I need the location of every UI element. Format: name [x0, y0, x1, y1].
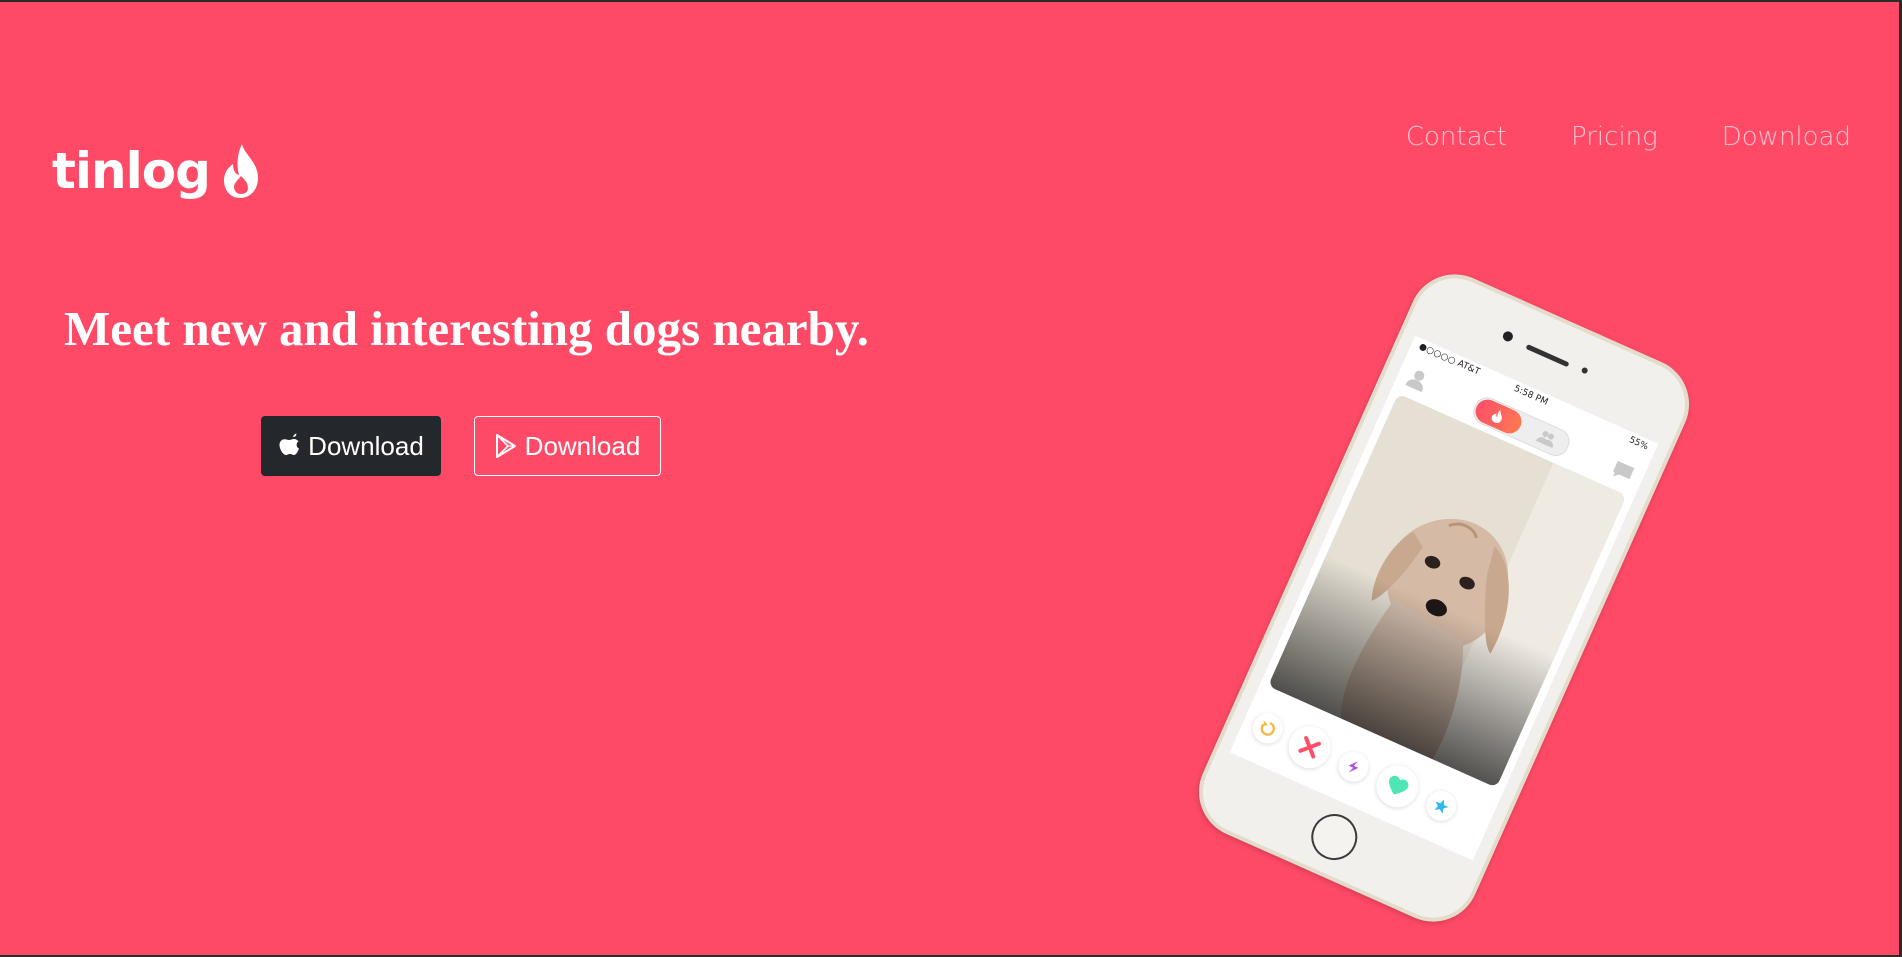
app-store-download-button[interactable]: Download [261, 416, 441, 476]
phone-body: ●○○○○ AT&T 5:58 PM 55% [1184, 259, 1704, 937]
app-store-download-label: Download [308, 430, 424, 461]
home-button [1303, 806, 1365, 868]
earpiece-speaker [1525, 344, 1570, 368]
apple-icon [279, 433, 300, 455]
phone-mockup: ●○○○○ AT&T 5:58 PM 55% [1135, 259, 1704, 955]
flame-icon [223, 144, 258, 198]
proximity-sensor [1580, 366, 1589, 375]
hero-headline: Meet new and interesting dogs nearby. [64, 301, 869, 356]
battery-label: 55% [1627, 435, 1650, 453]
nav-download[interactable]: Download [1722, 122, 1851, 152]
superlike-icon[interactable] [1421, 786, 1462, 826]
google-play-download-button[interactable]: Download [474, 416, 661, 476]
nav-pricing[interactable]: Pricing [1571, 122, 1658, 152]
google-play-icon [495, 434, 516, 458]
nav-contact[interactable]: Contact [1406, 122, 1507, 152]
toggle-group-icon [1535, 431, 1554, 449]
google-play-download-label: Download [524, 430, 641, 461]
boost-icon[interactable] [1333, 746, 1374, 787]
landing-page: tinlog Contact Pricing Download Meet new… [0, 2, 1899, 955]
front-camera [1501, 329, 1515, 343]
rewind-icon[interactable] [1247, 708, 1288, 749]
top-nav: Contact Pricing Download [1406, 122, 1851, 152]
profile-icon [1405, 370, 1425, 393]
brand-name: tinlog [52, 142, 211, 200]
phone-screen: ●○○○○ AT&T 5:58 PM 55% [1229, 335, 1659, 861]
brand-logo[interactable]: tinlog [52, 142, 264, 200]
chat-icon [1612, 460, 1635, 480]
nope-icon[interactable] [1281, 719, 1338, 775]
like-icon[interactable] [1369, 758, 1426, 815]
